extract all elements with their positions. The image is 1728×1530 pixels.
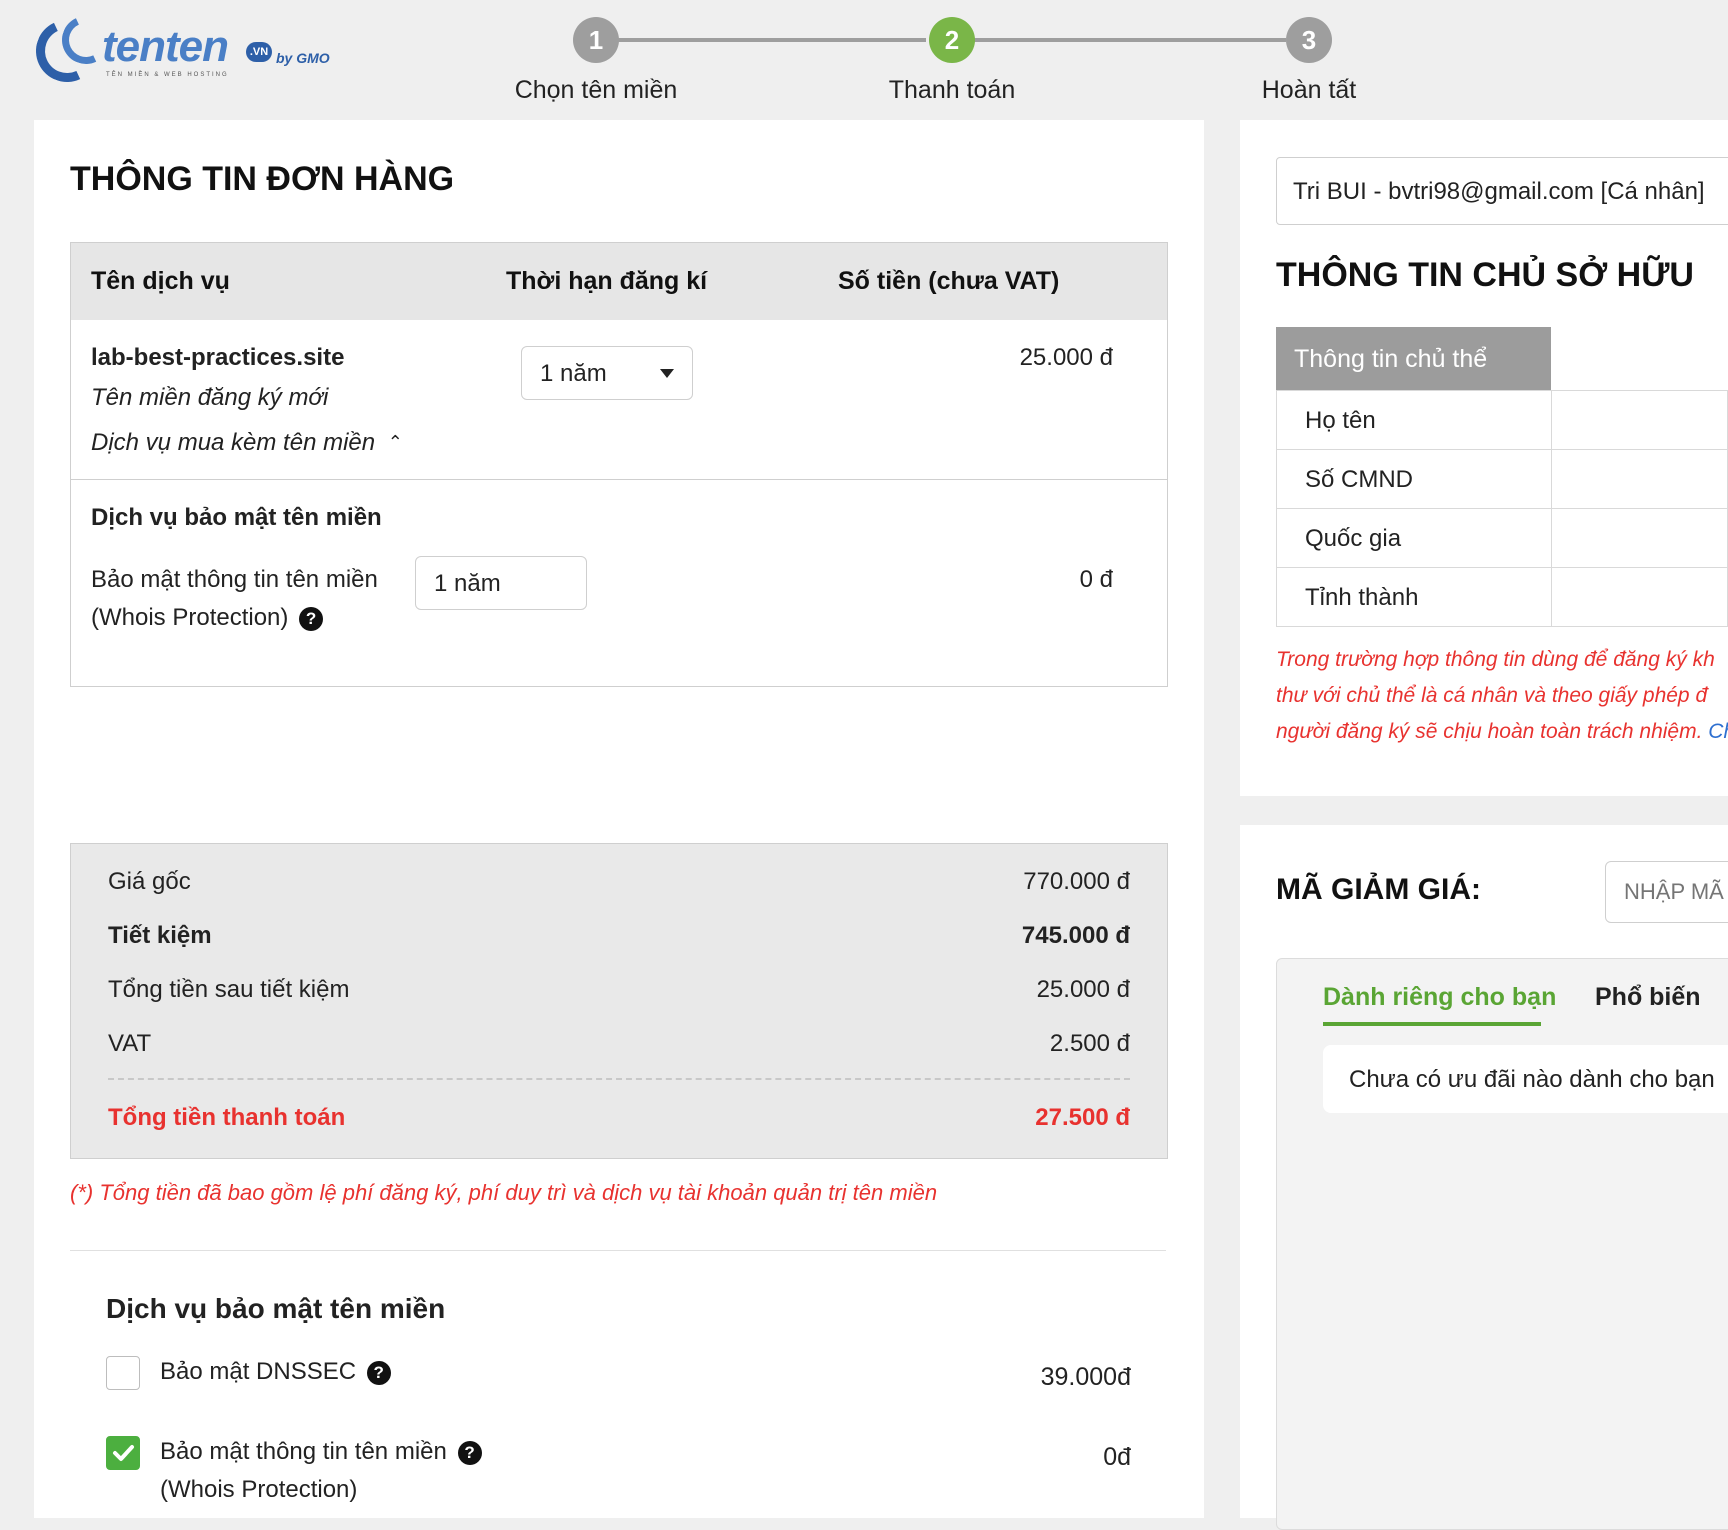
chevron-up-icon: ⌃ [387, 432, 403, 452]
logo-tagline: TÊN MIỀN & WEB HOSTING [106, 72, 229, 78]
owner-field-country: Quốc gia [1276, 508, 1552, 568]
total-note: (*) Tổng tiền đã bao gồm lệ phí đăng ký,… [70, 1180, 938, 1205]
owner-field-label: Tỉnh thành [1305, 584, 1419, 611]
row-divider [71, 479, 1167, 480]
tab-exclusive[interactable]: Dành riêng cho bạn [1323, 983, 1556, 1012]
owner-field-province: Tỉnh thành [1276, 567, 1552, 627]
security-term-value: 1 năm [434, 570, 501, 597]
account-select[interactable]: Tri BUI - bvtri98@gmail.com [Cá nhân] [1276, 157, 1728, 225]
summary-value: 745.000 đ [1021, 922, 1130, 949]
discount-code-input[interactable] [1605, 861, 1728, 923]
offers-box: Dành riêng cho bạn Phổ biến Chưa có ưu đ… [1276, 958, 1728, 1530]
owner-field-value [1551, 567, 1728, 627]
summary-label: VAT [108, 1030, 152, 1057]
question-circle-icon[interactable]: ? [366, 1361, 391, 1385]
owner-warning-link[interactable]: Ch [1708, 720, 1728, 743]
dnssec-price: 39.000đ [1040, 1363, 1131, 1391]
total-label: Tổng tiền thanh toán [108, 1104, 346, 1131]
owner-field-label: Quốc gia [1305, 525, 1402, 552]
security-price: 0 đ [1079, 566, 1113, 593]
whois-label-2: (Whois Protection) [160, 1476, 358, 1503]
summary-value: 770.000 đ [1023, 868, 1130, 895]
tab-popular[interactable]: Phổ biến [1595, 983, 1701, 1012]
owner-field-id: Số CMND [1276, 449, 1552, 509]
domain-name: lab-best-practices.site [91, 344, 345, 371]
col-term: Thời hạn đăng kí [506, 267, 708, 295]
step-1-circle: 1 [573, 17, 619, 63]
domain-type: Tên miền đăng ký mới [91, 384, 329, 411]
whois-label: Bảo mật thông tin tên miền [160, 1438, 447, 1465]
domain-term-select[interactable]: 1 năm [521, 346, 693, 400]
order-table-body: lab-best-practices.site Tên miền đăng ký… [70, 320, 1168, 687]
summary-value: 25.000 đ [1036, 976, 1130, 1003]
dnssec-label-row: Bảo mật DNSSEC ? [160, 1358, 391, 1386]
step-connector [952, 38, 1286, 42]
domain-price: 25.000 đ [1019, 344, 1113, 371]
owner-tab-empty [1551, 327, 1728, 391]
account-select-value: Tri BUI - bvtri98@gmail.com [Cá nhân] [1293, 178, 1705, 205]
security-item-name-2: (Whois Protection) ? [91, 604, 324, 632]
owner-warning-line: người đăng ký sẽ chịu hoàn toàn trách nh… [1276, 720, 1703, 743]
order-summary: Giá gốc 770.000 đ Tiết kiệm 745.000 đ Tổ… [70, 843, 1168, 1159]
tab-underline [1323, 1022, 1541, 1026]
domain-term-value: 1 năm [540, 360, 607, 387]
owner-field-value [1551, 508, 1728, 568]
summary-divider [108, 1078, 1130, 1080]
logo-partner: by GMO [276, 50, 330, 66]
offers-empty-message: Chưa có ưu đãi nào dành cho bạn [1349, 1066, 1715, 1093]
col-service-name: Tên dịch vụ [91, 267, 230, 295]
owner-field-name: Họ tên [1276, 390, 1552, 450]
security-term-field: 1 năm [415, 556, 587, 610]
step-connector [596, 38, 926, 42]
step-2-circle: 2 [929, 17, 975, 63]
step-2-label: Thanh toán [888, 76, 1016, 104]
whois-price: 0đ [1103, 1443, 1131, 1471]
step-3-circle: 3 [1286, 17, 1332, 63]
caret-down-icon [660, 369, 674, 378]
dnssec-label: Bảo mật DNSSEC [160, 1358, 357, 1385]
security-item-name-line2: (Whois Protection) [91, 604, 289, 631]
addon-toggle[interactable]: Dịch vụ mua kèm tên miền ⌃ [91, 429, 403, 457]
owner-title: THÔNG TIN CHỦ SỞ HỮU [1276, 256, 1694, 294]
owner-tab-active[interactable]: Thông tin chủ thể [1276, 327, 1551, 391]
owner-field-label: Số CMND [1305, 466, 1414, 493]
tenten-logo[interactable]: tenten .VN by GMO TÊN MIỀN & WEB HOSTING [27, 9, 356, 91]
dnssec-checkbox[interactable] [106, 1356, 140, 1390]
summary-label: Tiết kiệm [108, 922, 212, 949]
order-table-header: Tên dịch vụ Thời hạn đăng kí Số tiền (ch… [70, 242, 1168, 322]
order-title: THÔNG TIN ĐƠN HÀNG [70, 160, 455, 198]
whois-label-row: Bảo mật thông tin tên miền ? [160, 1438, 482, 1466]
owner-warning-line: thư với chủ thể là cá nhân và theo giấy … [1276, 684, 1708, 707]
owner-warning-row: người đăng ký sẽ chịu hoàn toàn trách nh… [1276, 720, 1728, 744]
addon-toggle-label: Dịch vụ mua kèm tên miền [91, 429, 376, 456]
owner-field-label: Họ tên [1305, 407, 1376, 434]
step-3-label: Hoàn tất [1261, 76, 1357, 104]
owner-field-value [1551, 390, 1728, 450]
security-services-heading: Dịch vụ bảo mật tên miền [106, 1293, 446, 1324]
col-price: Số tiền (chưa VAT) [838, 267, 1060, 295]
question-circle-icon[interactable]: ? [299, 607, 324, 631]
question-circle-icon[interactable]: ? [457, 1441, 482, 1465]
owner-warning-line: Trong trường hợp thông tin dùng để đăng … [1276, 648, 1715, 671]
check-icon [113, 1445, 134, 1461]
logo-brand: tenten [102, 22, 229, 71]
section-divider [70, 1250, 1166, 1251]
security-item-heading: Dịch vụ bảo mật tên miền [91, 504, 382, 531]
discount-title: MÃ GIẢM GIÁ: [1276, 873, 1481, 906]
offers-empty-card: Chưa có ưu đãi nào dành cho bạn [1323, 1045, 1728, 1113]
step-1-label: Chọn tên miền [514, 76, 678, 104]
summary-label: Tổng tiền sau tiết kiệm [108, 976, 350, 1003]
summary-label: Giá gốc [108, 868, 191, 895]
security-item-name: Bảo mật thông tin tên miền [91, 566, 378, 593]
total-value: 27.500 đ [1035, 1104, 1130, 1131]
summary-value: 2.500 đ [1049, 1030, 1130, 1057]
owner-field-value [1551, 449, 1728, 509]
owner-tab-label: Thông tin chủ thể [1294, 345, 1488, 373]
logo-tld-badge: .VN [246, 42, 272, 62]
whois-checkbox[interactable] [106, 1436, 140, 1470]
